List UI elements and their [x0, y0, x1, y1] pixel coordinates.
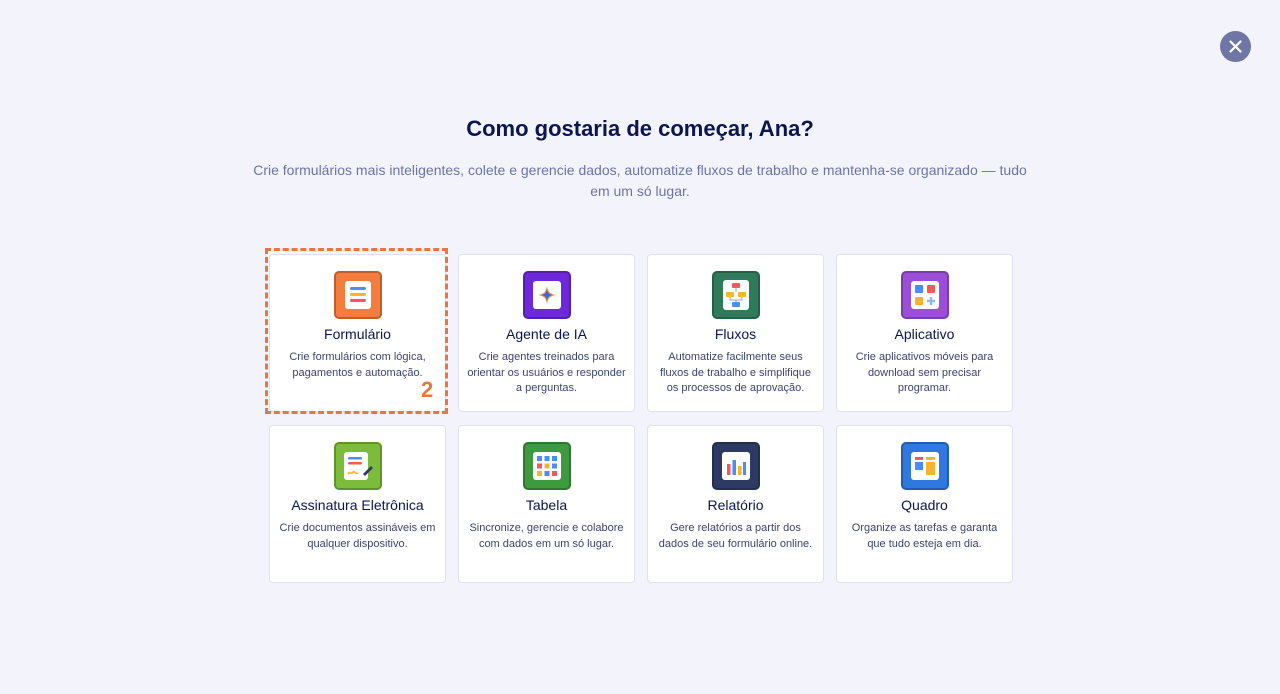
card-description: Crie documentos assináveis em qualquer d…	[279, 522, 436, 550]
option-card-report[interactable]: Relatório Gere relatórios a partir dos d…	[647, 425, 824, 583]
card-title: Aplicativo	[894, 326, 955, 342]
option-grid: Formulário Crie formulários com lógica, …	[269, 254, 1014, 583]
card-description: Gere relatórios a partir dos dados de se…	[658, 522, 813, 550]
option-card-form[interactable]: Formulário Crie formulários com lógica, …	[269, 254, 446, 412]
card-description: Sincronize, gerencie e colabore com dado…	[469, 522, 624, 550]
option-card-app[interactable]: Aplicativo Crie aplicativos móveis para …	[836, 254, 1013, 412]
option-card-flows[interactable]: Fluxos Automatize facilmente seus fluxos…	[647, 254, 824, 412]
table-icon	[523, 442, 571, 490]
card-description: Crie aplicativos móveis para download se…	[855, 351, 994, 394]
option-card-table[interactable]: Tabela Sincronize, gerencie e colabore c…	[458, 425, 635, 583]
flow-icon	[712, 271, 760, 319]
card-title: Fluxos	[714, 326, 757, 342]
card-title: Relatório	[707, 497, 764, 513]
option-card-e-signature[interactable]: Assinatura Eletrônica Crie documentos as…	[269, 425, 446, 583]
option-card-ai-agent[interactable]: Agente de IA Crie agentes treinados para…	[458, 254, 635, 412]
form-icon	[334, 271, 382, 319]
card-description: Crie formulários com lógica, pagamentos …	[289, 351, 426, 379]
page-subtitle: Crie formulários mais inteligentes, cole…	[253, 162, 1027, 199]
annotation-number: 2	[421, 377, 434, 402]
signature-icon	[334, 442, 382, 490]
card-title: Quadro	[901, 497, 948, 513]
report-chart-icon	[712, 442, 760, 490]
close-button[interactable]	[1220, 31, 1251, 62]
card-title: Agente de IA	[506, 326, 587, 342]
board-icon	[901, 442, 949, 490]
page-title: Como gostaria de começar, Ana?	[466, 116, 814, 141]
card-description: Automatize facilmente seus fluxos de tra…	[659, 351, 812, 394]
ai-sparkle-icon	[523, 271, 571, 319]
start-dialog: Como gostaria de começar, Ana? Crie form…	[0, 0, 1280, 694]
card-title: Tabela	[525, 497, 568, 513]
card-description: Organize as tarefas e garanta que tudo e…	[851, 522, 998, 550]
card-title: Formulário	[324, 326, 391, 342]
card-description: Crie agentes treinados para orientar os …	[467, 351, 626, 394]
option-card-board[interactable]: Quadro Organize as tarefas e garanta que…	[836, 425, 1013, 583]
app-grid-icon	[901, 271, 949, 319]
card-title: Assinatura Eletrônica	[291, 497, 424, 513]
close-icon	[1229, 40, 1242, 53]
